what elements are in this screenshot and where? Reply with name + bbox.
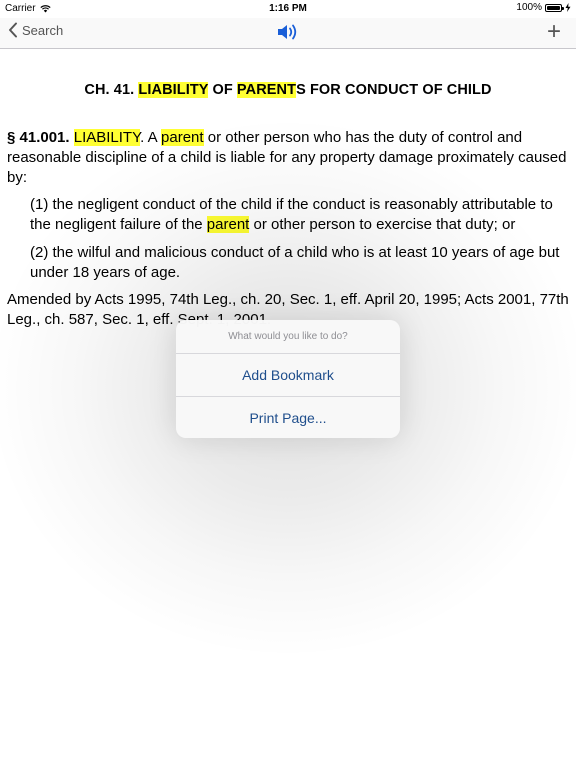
back-button-label: Search	[22, 22, 64, 38]
subsection-2: (2) the wilful and malicious conduct of …	[30, 244, 560, 281]
section-number: § 41.001.	[7, 129, 70, 146]
subsection-1: (1) the negligent conduct of the child i…	[30, 195, 565, 235]
title-part: OF	[208, 82, 237, 98]
chapter-title: CH. 41. LIABILITY OF PARENTS FOR CONDUCT…	[0, 82, 576, 98]
battery-icon	[545, 3, 564, 12]
highlighted-term: LIABILITY	[138, 82, 209, 98]
highlighted-term: PARENT	[236, 82, 297, 98]
add-bookmark-button[interactable]: Add Bookmark	[176, 354, 400, 396]
clock: 1:16 PM	[269, 3, 307, 14]
action-popover: What would you like to do? Add Bookmark …	[176, 320, 400, 438]
section-paragraph: § 41.001. LIABILITY. A parent or other p…	[7, 128, 567, 188]
title-part: S FOR CONDUCT OF CHILD	[296, 82, 492, 98]
battery-percent: 100%	[516, 2, 542, 13]
add-button[interactable]: +	[547, 19, 561, 45]
text-run: . A	[140, 129, 162, 146]
chevron-left-icon	[9, 22, 17, 38]
speaker-button[interactable]	[276, 21, 300, 43]
bolt-icon	[565, 3, 571, 12]
text-run: or other person to exercise that duty; o…	[249, 216, 516, 233]
popover-prompt: What would you like to do?	[176, 320, 400, 354]
highlighted-term: parent	[206, 216, 250, 233]
status-bar: Carrier 1:16 PM 100%	[0, 0, 576, 18]
back-button[interactable]: Search	[8, 22, 63, 38]
highlighted-term: LIABILITY	[73, 129, 141, 146]
speaker-icon	[278, 24, 297, 40]
status-right: 100%	[516, 2, 571, 13]
print-page-button[interactable]: Print Page...	[176, 396, 400, 438]
navigation-bar: Search +	[0, 18, 576, 49]
highlighted-term: parent	[161, 129, 204, 146]
title-part: CH. 41.	[84, 82, 139, 98]
